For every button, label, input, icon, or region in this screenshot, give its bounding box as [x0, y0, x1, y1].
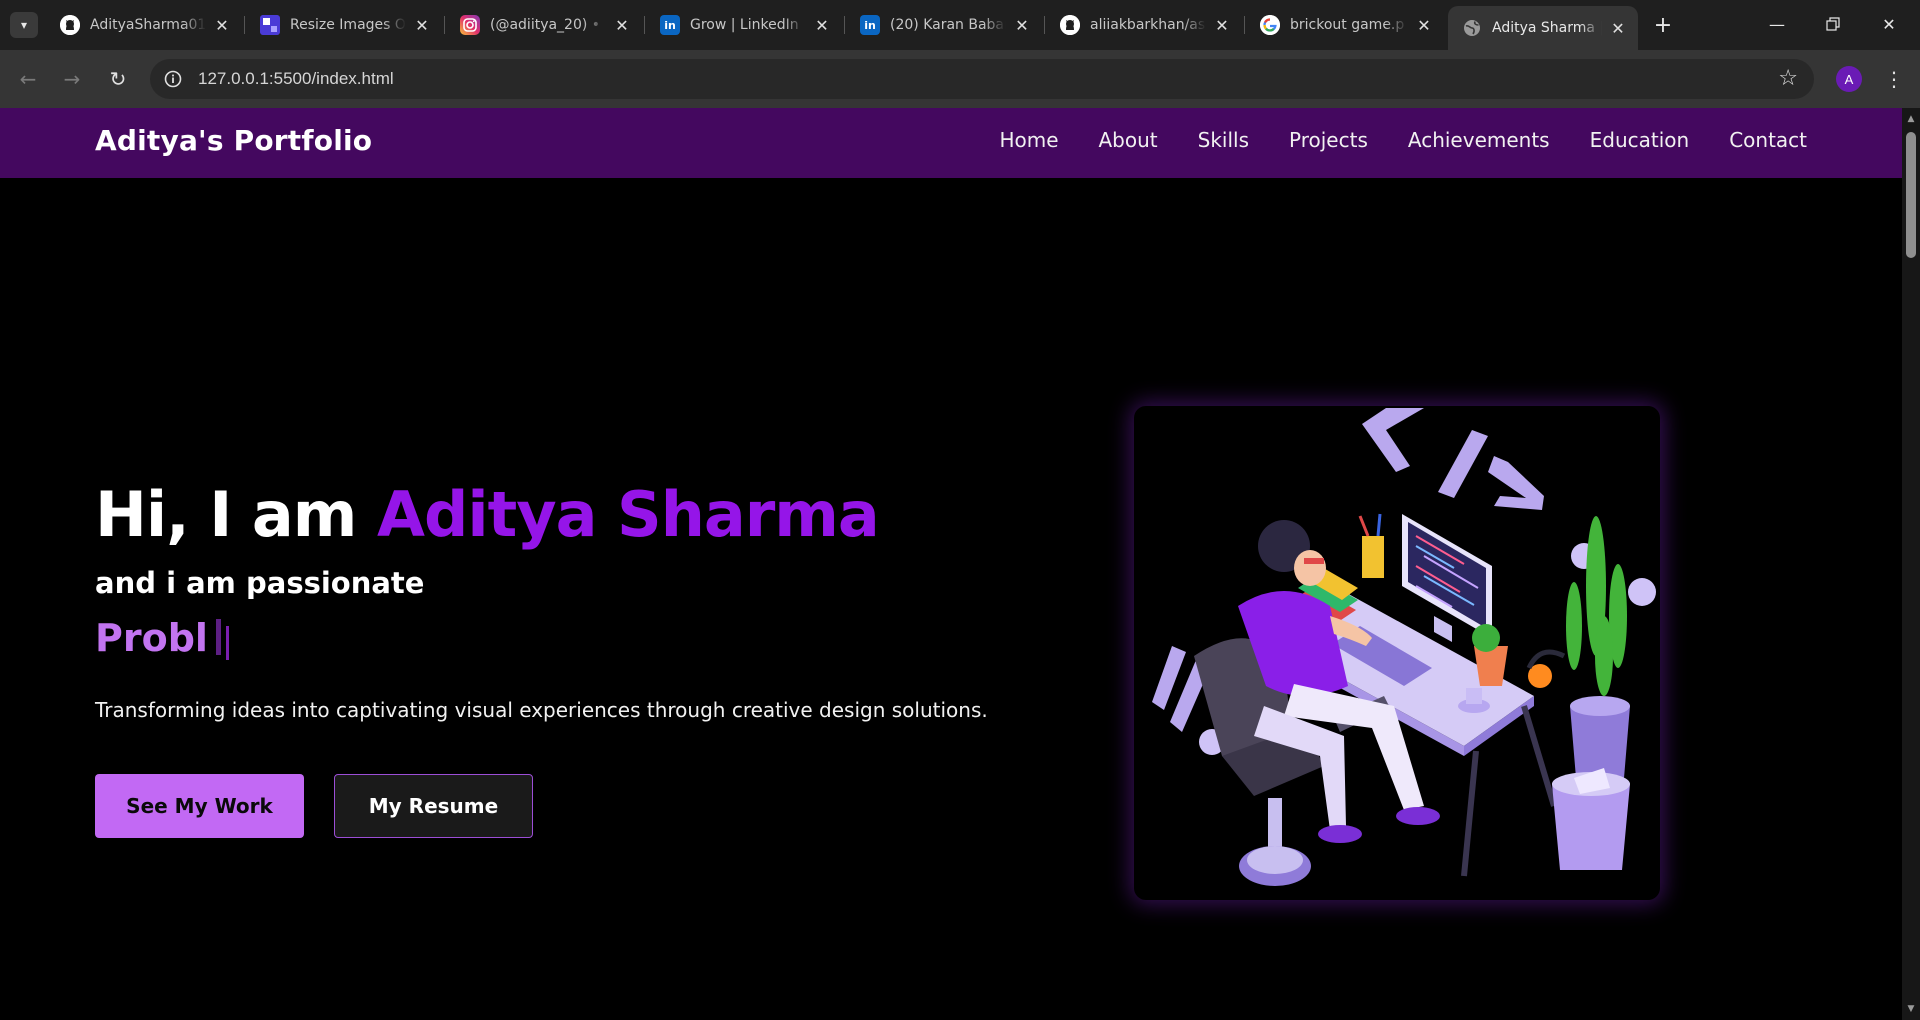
- reload-button[interactable]: ↻: [104, 65, 132, 93]
- nav-link-home[interactable]: Home: [999, 128, 1058, 152]
- nav-link-skills[interactable]: Skills: [1198, 128, 1249, 152]
- tab-title: (@adiitya_20) • Instagram: [490, 17, 606, 33]
- tab-divider: [444, 16, 445, 34]
- site-navbar: Aditya's Portfolio Home About Skills Pro…: [0, 108, 1902, 178]
- browser-tab-active[interactable]: Aditya Sharma | P ✕: [1448, 6, 1638, 50]
- browser-tab[interactable]: brickout game.p ✕: [1246, 8, 1444, 42]
- tab-title: Aditya Sharma | P: [1492, 20, 1602, 36]
- nav-link-education[interactable]: Education: [1590, 128, 1690, 152]
- linkedin-icon: in: [660, 15, 680, 35]
- minimize-icon: —: [1769, 14, 1785, 34]
- tab-divider: [1244, 16, 1245, 34]
- reload-icon: ↻: [109, 67, 127, 91]
- instagram-icon: [460, 15, 480, 35]
- browser-toolbar: ← → ↻ 127.0.0.1:5500/index.html ☆ A ⋮: [0, 50, 1920, 108]
- scrollbar-thumb[interactable]: [1906, 132, 1916, 258]
- linkedin-icon: in: [860, 15, 880, 35]
- hero-name: Aditya Sharma: [376, 478, 880, 551]
- developer-illustration: [1134, 406, 1660, 900]
- site-menu: Home About Skills Projects Achievements …: [999, 128, 1807, 152]
- globe-icon: [1462, 18, 1482, 38]
- hero-description: Transforming ideas into captivating visu…: [95, 698, 988, 722]
- tab-title: brickout game.p: [1290, 17, 1405, 33]
- close-icon[interactable]: ✕: [212, 15, 232, 35]
- tab-divider: [1044, 16, 1045, 34]
- close-icon[interactable]: ✕: [412, 15, 432, 35]
- tab-divider: [644, 16, 645, 34]
- new-tab-button[interactable]: +: [1650, 12, 1676, 38]
- browser-tab[interactable]: in Grow | LinkedIn ✕: [646, 8, 842, 42]
- page-viewport: Aditya's Portfolio Home About Skills Pro…: [0, 108, 1902, 1020]
- tab-title: aliiakbarkhan/as: [1090, 17, 1206, 33]
- nav-link-about[interactable]: About: [1099, 128, 1158, 152]
- google-icon: [1260, 15, 1280, 35]
- typed-text: Probl: [95, 616, 208, 660]
- see-my-work-button[interactable]: See My Work: [95, 774, 304, 838]
- close-icon[interactable]: ✕: [1608, 18, 1628, 38]
- github-icon: [60, 15, 80, 35]
- hero-greeting: Hi, I am: [95, 478, 377, 551]
- tab-divider: [844, 16, 845, 34]
- browser-tab-bar: ▾ AdityaSharma01 ✕ Resize Images Online …: [0, 0, 1920, 50]
- tab-divider: [244, 16, 245, 34]
- arrow-left-icon: ←: [19, 67, 37, 91]
- browser-tab[interactable]: (@adiitya_20) • Instagram ✕: [446, 8, 642, 42]
- back-button[interactable]: ←: [14, 65, 42, 93]
- close-window-button[interactable]: ✕: [1866, 6, 1912, 42]
- browser-tab[interactable]: in (20) Karan Babanwal ✕: [846, 8, 1042, 42]
- typing-cursor: [215, 619, 221, 655]
- close-icon[interactable]: ✕: [612, 15, 632, 35]
- forward-button[interactable]: →: [58, 65, 86, 93]
- nav-link-contact[interactable]: Contact: [1729, 128, 1807, 152]
- close-icon: ✕: [1882, 14, 1896, 34]
- close-icon[interactable]: ✕: [812, 15, 832, 35]
- site-logo[interactable]: Aditya's Portfolio: [95, 124, 372, 157]
- arrow-right-icon: →: [63, 67, 81, 91]
- tab-title: Resize Images Online: [290, 17, 406, 33]
- restore-icon: [1826, 17, 1840, 31]
- close-icon[interactable]: ✕: [1212, 15, 1232, 35]
- url-text: 127.0.0.1:5500/index.html: [198, 69, 394, 88]
- close-icon[interactable]: ✕: [1414, 15, 1434, 35]
- nav-link-projects[interactable]: Projects: [1289, 128, 1368, 152]
- site-info-button[interactable]: [160, 66, 186, 92]
- my-resume-button[interactable]: My Resume: [334, 774, 533, 838]
- resize-app-icon: [260, 15, 280, 35]
- github-icon: [1060, 15, 1080, 35]
- close-icon[interactable]: ✕: [1012, 15, 1032, 35]
- tab-title: (20) Karan Babanwal: [890, 17, 1006, 33]
- tab-search-button[interactable]: ▾: [10, 12, 38, 38]
- hero-subtitle: and i am passionate: [95, 566, 425, 600]
- tab-title: AdityaSharma01: [90, 17, 206, 33]
- profile-avatar[interactable]: A: [1836, 66, 1862, 92]
- plus-icon: +: [1653, 12, 1673, 38]
- browser-tab[interactable]: Resize Images Online ✕: [246, 8, 442, 42]
- info-icon: [164, 70, 182, 88]
- tab-title: Grow | LinkedIn: [690, 17, 799, 33]
- minimize-button[interactable]: —: [1754, 6, 1800, 42]
- hero-heading: Hi, I am Aditya Sharma: [95, 478, 880, 551]
- browser-tab[interactable]: aliiakbarkhan/as ✕: [1046, 8, 1242, 42]
- scroll-down-arrow-icon[interactable]: ▼: [1906, 1004, 1916, 1014]
- chevron-down-icon: ▾: [20, 18, 28, 32]
- address-bar[interactable]: 127.0.0.1:5500/index.html ☆: [150, 59, 1814, 99]
- bookmark-star-icon[interactable]: ☆: [1778, 66, 1798, 91]
- typed-text-line: Probl: [95, 616, 221, 660]
- scroll-up-arrow-icon[interactable]: ▲: [1906, 114, 1916, 124]
- restore-button[interactable]: [1810, 6, 1856, 42]
- browser-menu-icon[interactable]: ⋮: [1882, 64, 1906, 94]
- browser-tab[interactable]: AdityaSharma01 ✕: [46, 8, 242, 42]
- nav-link-achievements[interactable]: Achievements: [1408, 128, 1550, 152]
- page-scrollbar[interactable]: ▲ ▼: [1902, 108, 1920, 1020]
